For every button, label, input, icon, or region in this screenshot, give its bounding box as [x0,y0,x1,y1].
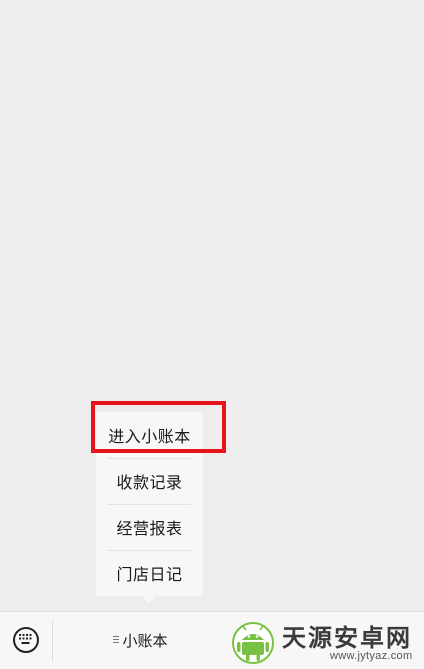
watermark: 天源安卓网 www.jytyaz.com [222,612,424,669]
menu-item-store-diary[interactable]: 门店日记 [96,550,203,596]
menu-lines-icon [113,635,120,644]
android-logo-icon [232,622,274,664]
chat-area [0,0,424,611]
menu-item-business-report[interactable]: 经营报表 [96,504,203,550]
menu-item-enter-ledger[interactable]: 进入小账本 [96,412,203,458]
popup-menu: 进入小账本 收款记录 经营报表 门店日记 [96,412,203,603]
menu-item-payment-records[interactable]: 收款记录 [96,458,203,504]
keyboard-icon[interactable] [13,627,39,653]
menu-tab-label: 小账本 [122,632,168,650]
watermark-url: www.jytyaz.com [330,650,413,662]
menu-tab-ledger[interactable]: 小账本 [53,612,228,669]
watermark-title: 天源安卓网 [282,624,412,652]
